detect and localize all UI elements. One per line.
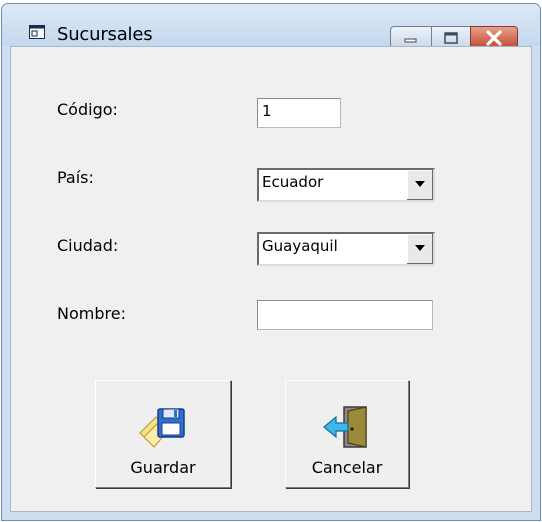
ciudad-selected-value: Guayaquil (262, 237, 338, 255)
cancel-button-label: Cancelar (311, 458, 383, 477)
ciudad-dropdown-arrow-icon[interactable] (406, 234, 433, 264)
exit-door-icon (323, 406, 367, 448)
sucursales-window: Sucursales Código: 1 País: Ecuador Ciuda… (1, 3, 541, 521)
codigo-input[interactable]: 1 (257, 98, 341, 128)
save-button[interactable]: Guardar (95, 380, 231, 488)
nombre-input[interactable] (257, 300, 433, 330)
pais-dropdown-arrow-icon[interactable] (406, 170, 433, 200)
form-client-area: Código: 1 País: Ecuador Ciudad: Guayaqui… (10, 46, 532, 512)
pais-selected-value: Ecuador (262, 173, 324, 191)
cancel-button[interactable]: Cancelar (285, 380, 409, 488)
floppy-disk-icon (139, 408, 185, 448)
ciudad-label: Ciudad: (57, 236, 119, 255)
codigo-label: Código: (57, 100, 118, 119)
title-bar[interactable]: Sucursales (2, 4, 540, 50)
nombre-label: Nombre: (57, 304, 126, 323)
pais-select[interactable]: Ecuador (257, 168, 435, 202)
window-title: Sucursales (57, 24, 153, 45)
pais-label: País: (57, 168, 94, 187)
window-app-icon (29, 25, 45, 39)
save-button-label: Guardar (130, 458, 196, 477)
ciudad-select[interactable]: Guayaquil (257, 232, 435, 266)
